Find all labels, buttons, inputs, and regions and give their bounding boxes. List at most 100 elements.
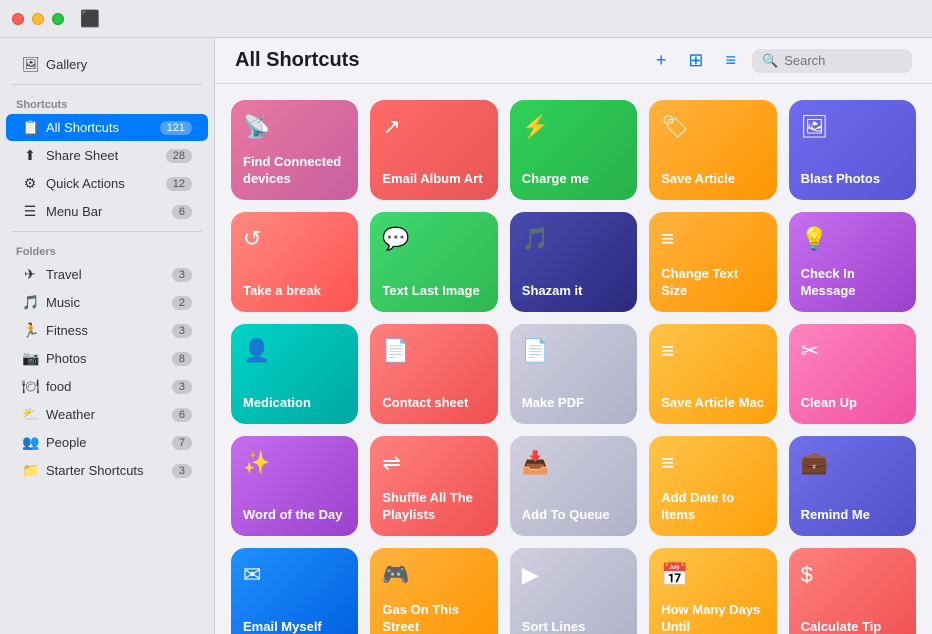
starter-badge: 3	[172, 464, 192, 478]
shortcut-card-save-article[interactable]: 🏷 Save Article	[649, 100, 776, 200]
shuffle-playlists-icon: ⇌	[382, 450, 485, 476]
shortcut-card-charge-me[interactable]: ⚡ Charge me	[510, 100, 637, 200]
sidebar-item-music[interactable]: 🎵 Music 2	[6, 289, 208, 316]
photos-icon: 📷	[22, 350, 38, 367]
shortcut-card-blast-photos[interactable]: 🖼 Blast Photos	[789, 100, 916, 200]
add-queue-icon: 📥	[522, 450, 625, 476]
shortcut-card-clean-up[interactable]: ✂ Clean Up	[789, 324, 916, 424]
minimize-button[interactable]	[32, 13, 44, 25]
people-icon: 👥	[22, 434, 38, 451]
shortcut-card-take-break[interactable]: ↺ Take a break	[231, 212, 358, 312]
close-button[interactable]	[12, 13, 24, 25]
find-connected-title: Find Connected devices	[243, 154, 346, 188]
email-album-icon: ↗	[382, 114, 485, 140]
shortcut-card-medication[interactable]: 👤 Medication	[231, 324, 358, 424]
shortcut-card-shuffle-playlists[interactable]: ⇌ Shuffle All The Playlists	[370, 436, 497, 536]
music-icon: 🎵	[22, 294, 38, 311]
shortcut-card-change-text[interactable]: ≡ Change Text Size	[649, 212, 776, 312]
all-shortcuts-badge: 121	[160, 121, 192, 135]
travel-label: Travel	[46, 267, 164, 282]
charge-me-icon: ⚡	[522, 114, 625, 140]
sidebar-item-food[interactable]: 🍽 food 3	[6, 373, 208, 400]
weather-label: Weather	[46, 407, 164, 422]
shortcut-card-how-many-days[interactable]: 📅 How Many Days Until	[649, 548, 776, 634]
sidebar-item-fitness[interactable]: 🏃 Fitness 3	[6, 317, 208, 344]
shortcut-card-remind-me[interactable]: 💼 Remind Me	[789, 436, 916, 536]
fitness-icon: 🏃	[22, 322, 38, 339]
word-of-day-title: Word of the Day	[243, 507, 346, 524]
text-last-image-title: Text Last Image	[382, 283, 485, 300]
maximize-button[interactable]	[52, 13, 64, 25]
sidebar-item-weather[interactable]: ⛅ Weather 6	[6, 401, 208, 428]
sidebar-item-quick-actions[interactable]: ⚙ Quick Actions 12	[6, 170, 208, 197]
shortcuts-section-header: Shortcuts	[0, 91, 214, 113]
sidebar-item-travel[interactable]: ✈ Travel 3	[6, 261, 208, 288]
sidebar-toggle-icon[interactable]: ⬛	[80, 9, 100, 29]
sidebar-item-gallery[interactable]: 🖼 Gallery	[6, 51, 208, 78]
shortcut-card-add-date[interactable]: ≡ Add Date to Items	[649, 436, 776, 536]
shortcut-card-sort-lines[interactable]: ▶ Sort Lines	[510, 548, 637, 634]
travel-badge: 3	[172, 268, 192, 282]
sidebar-item-share-sheet[interactable]: ⬆ Share Sheet 28	[6, 142, 208, 169]
fitness-label: Fitness	[46, 323, 164, 338]
email-album-title: Email Album Art	[382, 171, 485, 188]
menu-bar-badge: 6	[172, 205, 192, 219]
gallery-label: Gallery	[46, 57, 192, 72]
clean-up-icon: ✂	[801, 338, 904, 364]
food-badge: 3	[172, 380, 192, 394]
shortcut-card-find-connected[interactable]: 📡 Find Connected devices	[231, 100, 358, 200]
sidebar-item-menu-bar[interactable]: ☰ Menu Bar 6	[6, 198, 208, 225]
main-content: All Shortcuts + ⊞ ≡ 🔍 📡 Find Connected d…	[215, 38, 932, 634]
check-in-icon: 💡	[801, 226, 904, 252]
sort-lines-title: Sort Lines	[522, 619, 625, 634]
how-many-days-title: How Many Days Until	[661, 602, 764, 634]
blast-photos-title: Blast Photos	[801, 171, 904, 188]
contact-sheet-icon: 📄	[382, 338, 485, 364]
shortcut-card-email-album[interactable]: ↗ Email Album Art	[370, 100, 497, 200]
take-break-icon: ↺	[243, 226, 346, 252]
search-input[interactable]	[784, 53, 902, 68]
sidebar: 🖼 Gallery Shortcuts 📋 All Shortcuts 121 …	[0, 38, 215, 634]
change-text-title: Change Text Size	[661, 266, 764, 300]
shortcut-card-check-in[interactable]: 💡 Check In Message	[789, 212, 916, 312]
sidebar-item-starter[interactable]: 📁 Starter Shortcuts 3	[6, 457, 208, 484]
add-date-title: Add Date to Items	[661, 490, 764, 524]
folders-section-header: Folders	[0, 238, 214, 260]
shortcut-card-gas-street[interactable]: 🎮 Gas On This Street	[370, 548, 497, 634]
share-sheet-label: Share Sheet	[46, 148, 158, 163]
list-view-button[interactable]: ≡	[719, 48, 742, 73]
sidebar-item-people[interactable]: 👥 People 7	[6, 429, 208, 456]
save-article-mac-icon: ≡	[661, 338, 764, 364]
shortcut-card-save-article-mac[interactable]: ≡ Save Article Mac	[649, 324, 776, 424]
header-actions: + ⊞ ≡ 🔍	[650, 48, 912, 73]
food-label: food	[46, 379, 164, 394]
save-article-mac-title: Save Article Mac	[661, 395, 764, 412]
email-myself-icon: ✉	[243, 562, 346, 588]
shuffle-playlists-title: Shuffle All The Playlists	[382, 490, 485, 524]
sidebar-item-photos[interactable]: 📷 Photos 8	[6, 345, 208, 372]
shortcuts-nav: 📋 All Shortcuts 121 ⬆ Share Sheet 28 ⚙ Q…	[0, 114, 214, 225]
calculate-tip-title: Calculate Tip	[801, 619, 904, 634]
shortcut-card-email-myself[interactable]: ✉ Email Myself	[231, 548, 358, 634]
make-pdf-title: Make PDF	[522, 395, 625, 412]
add-date-icon: ≡	[661, 450, 764, 476]
music-badge: 2	[172, 296, 192, 310]
shortcut-card-word-of-day[interactable]: ✨ Word of the Day	[231, 436, 358, 536]
shortcut-card-add-queue[interactable]: 📥 Add To Queue	[510, 436, 637, 536]
sidebar-divider	[12, 84, 202, 85]
sidebar-item-all-shortcuts[interactable]: 📋 All Shortcuts 121	[6, 114, 208, 141]
shortcut-card-contact-sheet[interactable]: 📄 Contact sheet	[370, 324, 497, 424]
shortcut-card-shazam-it[interactable]: 🎵 Shazam it	[510, 212, 637, 312]
gallery-icon: 🖼	[22, 56, 38, 73]
contact-sheet-title: Contact sheet	[382, 395, 485, 412]
save-article-title: Save Article	[661, 171, 764, 188]
shortcut-card-text-last-image[interactable]: 💬 Text Last Image	[370, 212, 497, 312]
word-of-day-icon: ✨	[243, 450, 346, 476]
remind-me-icon: 💼	[801, 450, 904, 476]
shortcut-card-calculate-tip[interactable]: $ Calculate Tip	[789, 548, 916, 634]
grid-view-button[interactable]: ⊞	[682, 48, 709, 73]
take-break-title: Take a break	[243, 283, 346, 300]
food-icon: 🍽	[22, 378, 38, 395]
shortcut-card-make-pdf[interactable]: 📄 Make PDF	[510, 324, 637, 424]
add-button[interactable]: +	[650, 48, 673, 73]
